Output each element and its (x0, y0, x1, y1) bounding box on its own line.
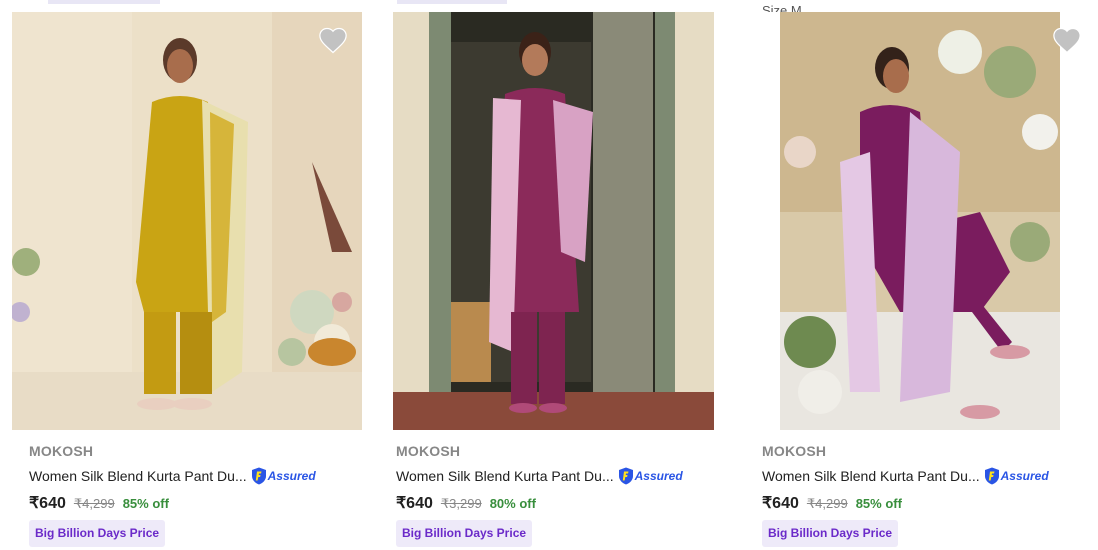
product-card[interactable]: MOKOSH Women Silk Blend Kurta Pant Du...… (393, 0, 743, 550)
sale-badge: Big Billion Days Price (396, 520, 533, 547)
assured-label: Assured (267, 469, 316, 483)
product-photo-yellow-kurta (12, 12, 362, 430)
product-info: MOKOSH Women Silk Blend Kurta Pant Du...… (396, 443, 726, 513)
assured-badge: Assured (251, 467, 316, 485)
flipkart-assured-icon (618, 467, 633, 485)
product-photo-purple-kurta (780, 12, 1060, 430)
previous-badge-edge (397, 0, 507, 4)
assured-label: Assured (634, 469, 683, 483)
product-grid: MOKOSH Women Silk Blend Kurta Pant Du...… (0, 0, 1098, 550)
brand-name: MOKOSH (396, 443, 461, 459)
product-card[interactable]: Size M MOKOSH Women Silk Blend Kurta Pan… (762, 0, 1098, 550)
heart-icon[interactable] (318, 26, 348, 54)
flipkart-assured-icon (251, 467, 266, 485)
brand-name: MOKOSH (762, 443, 827, 459)
discount-percent: 80% off (489, 496, 536, 511)
product-title[interactable]: Women Silk Blend Kurta Pant Du... (396, 468, 614, 484)
assured-badge: Assured (618, 467, 683, 485)
product-card[interactable]: MOKOSH Women Silk Blend Kurta Pant Du...… (12, 0, 362, 550)
original-price: ₹4,299 (73, 496, 115, 511)
assured-label: Assured (1000, 469, 1049, 483)
product-info: MOKOSH Women Silk Blend Kurta Pant Du...… (29, 443, 359, 513)
selling-price: ₹640 (29, 495, 66, 512)
product-title[interactable]: Women Silk Blend Kurta Pant Du... (762, 468, 980, 484)
size-label-peek: Size M (762, 4, 802, 12)
selling-price: ₹640 (762, 495, 799, 512)
brand-name: MOKOSH (29, 443, 94, 459)
assured-badge: Assured (984, 467, 1049, 485)
product-photo-magenta-kurta (393, 12, 714, 430)
original-price: ₹3,299 (440, 496, 482, 511)
sale-badge: Big Billion Days Price (762, 520, 899, 547)
selling-price: ₹640 (396, 495, 433, 512)
sale-badge: Big Billion Days Price (29, 520, 166, 547)
product-info: MOKOSH Women Silk Blend Kurta Pant Du...… (762, 443, 1092, 513)
discount-percent: 85% off (122, 496, 169, 511)
product-image[interactable] (12, 12, 362, 430)
previous-badge-edge (48, 0, 160, 4)
product-image[interactable] (393, 12, 714, 430)
product-title[interactable]: Women Silk Blend Kurta Pant Du... (29, 468, 247, 484)
flipkart-assured-icon (984, 467, 999, 485)
product-image[interactable] (780, 12, 1060, 430)
original-price: ₹4,299 (806, 496, 848, 511)
discount-percent: 85% off (855, 496, 902, 511)
heart-icon[interactable] (1052, 26, 1082, 54)
